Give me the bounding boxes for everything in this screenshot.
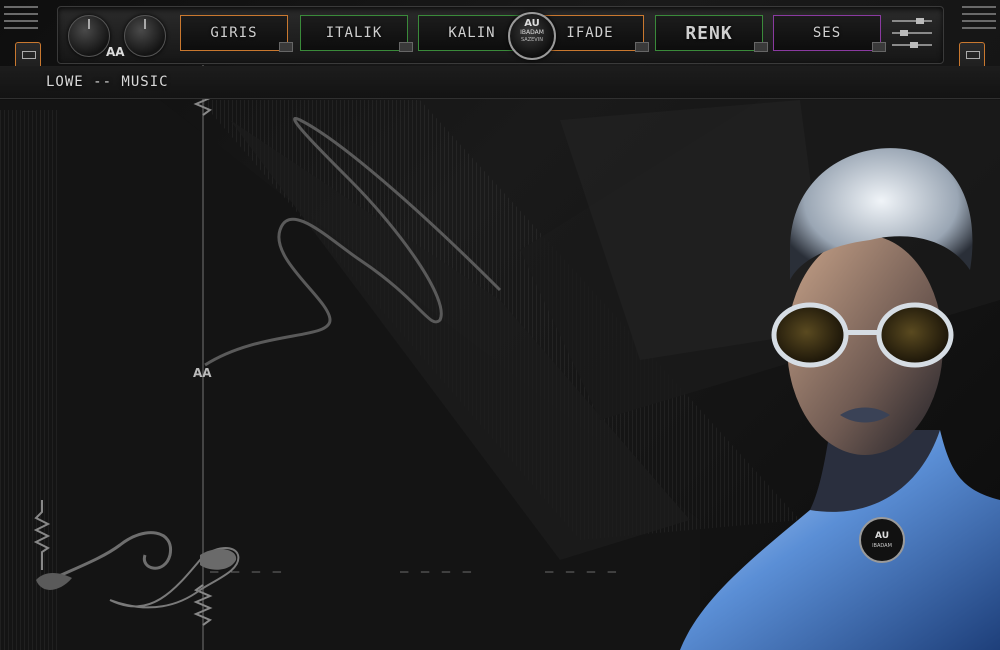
volume-knob-left[interactable] <box>68 15 110 57</box>
logo-line-1: AU <box>524 18 540 29</box>
volume-knob-right[interactable] <box>124 15 166 57</box>
logo-line-2: IBADAM <box>520 29 544 36</box>
stage: AU IBADAM LOWE -- MUSIC AA AA GIRIS ITALI… <box>0 0 1000 650</box>
brand-mark: AA <box>106 45 125 59</box>
nav-button-label: SES <box>812 25 842 41</box>
nav-button-tab <box>872 42 886 52</box>
nav-button-tab <box>754 42 768 52</box>
nav-button-giris[interactable]: GIRIS <box>180 15 293 52</box>
nav-button-tab <box>399 42 413 52</box>
nav-button-ses[interactable]: SES <box>773 15 886 52</box>
dash-line-1: — — — — <box>210 564 284 580</box>
menu-lines-left <box>4 6 38 34</box>
svg-text:AU: AU <box>875 531 889 541</box>
svg-text:IBADAM: IBADAM <box>872 543 892 549</box>
nav-button-label: GIRIS <box>210 25 258 41</box>
menu-lines-right <box>962 6 996 34</box>
nav-button-italik[interactable]: ITALIK <box>300 15 413 52</box>
nav-button-tab <box>279 42 293 52</box>
nav-button-renk[interactable]: RENK <box>655 15 768 52</box>
brand-mark-center: AA <box>193 366 212 380</box>
page-subtitle: LOWE -- MUSIC <box>46 74 169 90</box>
logo-badge-overlay: AU IBADAM <box>859 517 905 563</box>
dash-line-3: — — — — <box>545 564 619 580</box>
nav-button-label: KALIN <box>448 25 496 41</box>
nav-button-label: RENK <box>685 22 733 44</box>
woman-illustration: AU IBADAM <box>680 148 1000 650</box>
nav-button-label: ITALIK <box>325 25 383 41</box>
logo-line-3: SAZEVIN <box>521 37 543 43</box>
equalizer-icon[interactable] <box>892 14 932 54</box>
dash-line-2: — — — — <box>400 564 474 580</box>
nav-button-label: IFADE <box>566 25 614 41</box>
site-logo[interactable]: AU IBADAM SAZEVIN <box>508 12 556 60</box>
nav-button-tab <box>635 42 649 52</box>
